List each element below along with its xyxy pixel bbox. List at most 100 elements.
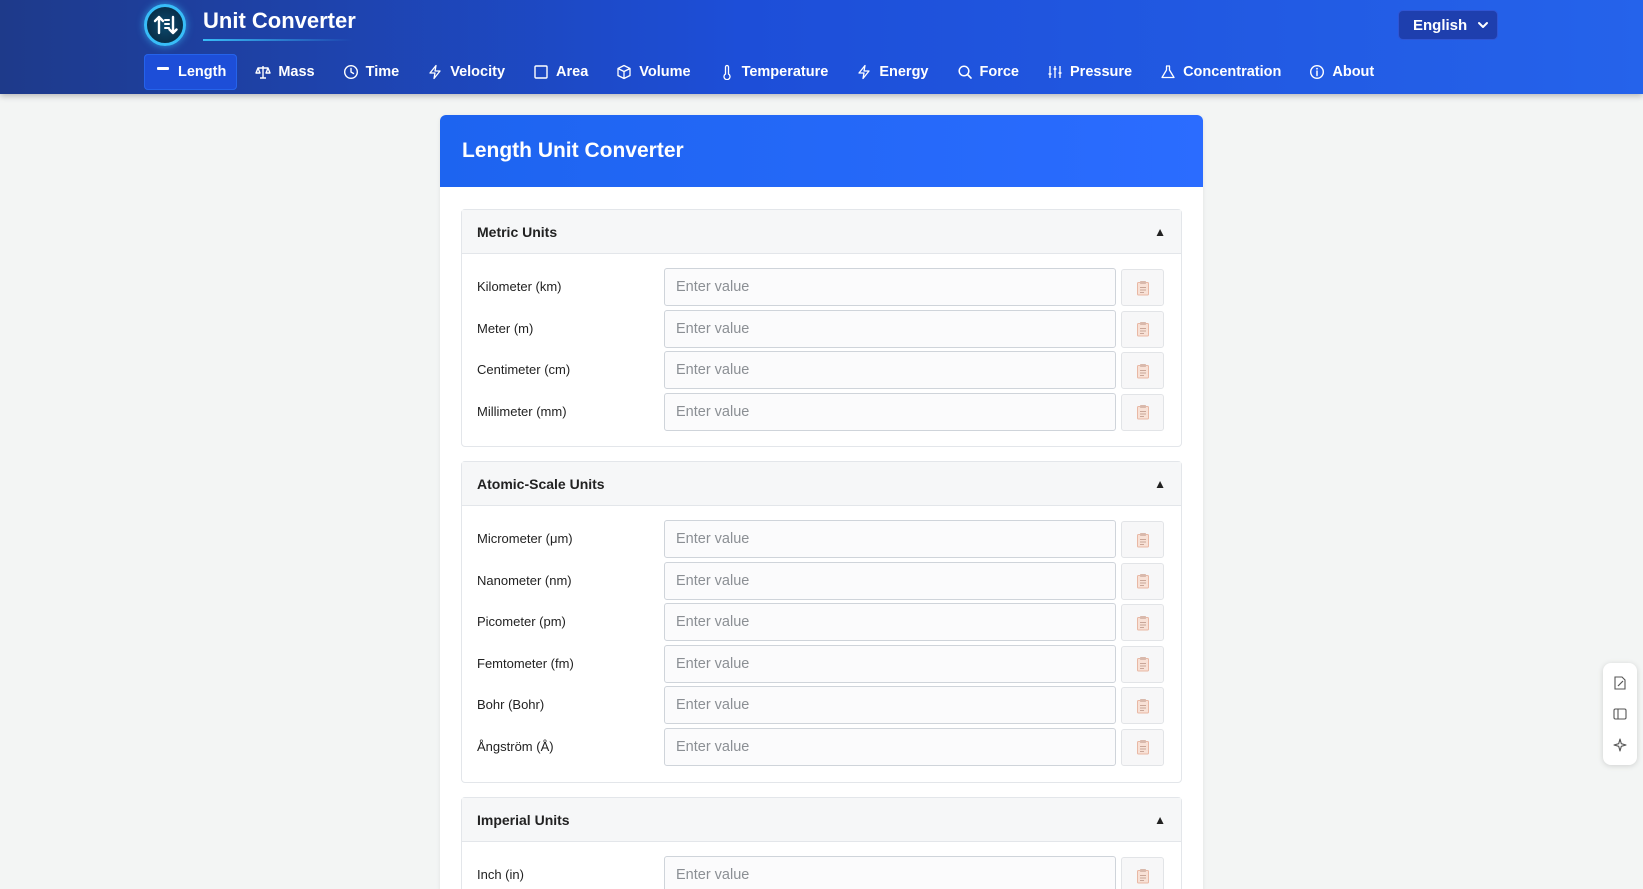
unit-input[interactable] xyxy=(664,686,1116,725)
clipboard-icon xyxy=(1136,740,1149,755)
unit-row: Micrometer (μm) xyxy=(462,520,1181,562)
sidebar-icon xyxy=(1613,708,1627,720)
nav-temperature[interactable]: Temperature xyxy=(709,54,839,90)
nav-label: Concentration xyxy=(1183,64,1282,80)
nav-label: Area xyxy=(556,64,589,80)
nav-label: Length xyxy=(178,64,227,80)
unit-input[interactable] xyxy=(664,561,1116,600)
sliders-icon xyxy=(1048,66,1062,78)
clipboard-icon xyxy=(1136,657,1149,672)
unit-row: Ångström (Å) xyxy=(462,727,1181,770)
floating-toolbar xyxy=(1603,663,1637,765)
unit-input[interactable] xyxy=(664,520,1116,558)
copy-button[interactable] xyxy=(1121,352,1164,390)
info-icon xyxy=(1310,64,1325,80)
nav-label: Pressure xyxy=(1070,64,1133,80)
nav-area[interactable]: Area xyxy=(523,54,598,90)
unit-label: Ångström (Å) xyxy=(477,738,554,754)
unit-row: Meter (m) xyxy=(462,309,1181,352)
copy-button[interactable] xyxy=(1121,604,1164,642)
unit-label: Kilometer (km) xyxy=(477,279,562,294)
unit-input[interactable] xyxy=(664,603,1116,642)
copy-button[interactable] xyxy=(1121,687,1164,725)
copy-button[interactable] xyxy=(1121,728,1164,766)
nav-label: Volume xyxy=(639,64,691,80)
swap-arrows-icon xyxy=(153,15,178,35)
copy-button[interactable] xyxy=(1121,857,1164,889)
section-imperial-units: Imperial Units ▲ Inch (in) xyxy=(461,797,1182,889)
nav-energy[interactable]: Energy xyxy=(846,54,938,90)
copy-button[interactable] xyxy=(1121,393,1164,431)
copy-button[interactable] xyxy=(1121,562,1164,600)
clipboard-icon xyxy=(1136,280,1149,295)
clock-icon xyxy=(343,64,358,80)
category-nav: Length Mass Time Velocity Area Volume Te… xyxy=(144,54,1392,90)
sparkle-tool-button[interactable] xyxy=(1609,734,1631,756)
collapse-triangle-icon[interactable]: ▲ xyxy=(1154,813,1166,827)
clipboard-icon xyxy=(1136,574,1149,589)
edit-tool-button[interactable] xyxy=(1609,672,1631,694)
unit-label: Inch (in) xyxy=(477,867,524,882)
unit-input[interactable] xyxy=(664,392,1116,431)
language-select[interactable]: English xyxy=(1398,10,1498,40)
nav-velocity[interactable]: Velocity xyxy=(417,54,515,90)
app-title: Unit Converter xyxy=(203,8,356,33)
section-header[interactable]: Metric Units ▲ xyxy=(462,210,1181,254)
nav-mass[interactable]: Mass xyxy=(245,54,324,90)
unit-label: Bohr (Bohr) xyxy=(477,697,545,713)
unit-row: Nanometer (nm) xyxy=(462,561,1181,604)
copy-button[interactable] xyxy=(1121,521,1164,558)
converter-card: Length Unit Converter Metric Units ▲ Kil… xyxy=(440,115,1203,889)
language-value: English xyxy=(1413,16,1468,34)
unit-label: Picometer (pm) xyxy=(477,614,566,630)
nav-concentration[interactable]: Concentration xyxy=(1150,54,1291,90)
converter-title: Length Unit Converter xyxy=(440,115,1203,187)
nav-label: Temperature xyxy=(741,64,829,80)
flask-icon xyxy=(1161,65,1175,79)
unit-input[interactable] xyxy=(664,727,1116,766)
clipboard-icon xyxy=(1136,322,1149,337)
collapse-triangle-icon[interactable]: ▲ xyxy=(1154,477,1166,491)
nav-about[interactable]: About xyxy=(1299,54,1384,90)
unit-row: Millimeter (mm) xyxy=(462,392,1181,435)
square-icon xyxy=(534,65,548,79)
sidebar-tool-button[interactable] xyxy=(1609,703,1631,725)
clipboard-icon xyxy=(1136,868,1149,883)
unit-label: Micrometer (μm) xyxy=(477,531,573,546)
bolt-icon xyxy=(858,64,870,80)
section-atomic-scale-units: Atomic-Scale Units ▲ Micrometer (μm) Nan… xyxy=(461,461,1182,783)
unit-input[interactable] xyxy=(664,351,1116,390)
unit-input[interactable] xyxy=(664,644,1116,683)
clipboard-icon xyxy=(1136,405,1149,420)
unit-row: Kilometer (km) xyxy=(462,268,1181,310)
bolt-icon xyxy=(429,64,441,80)
sparkle-icon xyxy=(1613,738,1627,752)
section-header[interactable]: Atomic-Scale Units ▲ xyxy=(462,462,1181,506)
app-logo[interactable] xyxy=(144,4,186,46)
copy-button[interactable] xyxy=(1121,310,1164,348)
length-icon xyxy=(157,67,169,70)
section-header[interactable]: Imperial Units ▲ xyxy=(462,798,1181,842)
copy-button[interactable] xyxy=(1121,645,1164,683)
nav-label: Time xyxy=(365,64,400,80)
nav-length[interactable]: Length xyxy=(144,54,238,90)
unit-row: Picometer (pm) xyxy=(462,603,1181,645)
unit-input[interactable] xyxy=(664,309,1116,348)
nav-label: About xyxy=(1332,64,1375,80)
unit-row: Inch (in) xyxy=(462,856,1181,889)
unit-input[interactable] xyxy=(664,268,1116,306)
title-underline xyxy=(203,39,353,41)
nav-volume[interactable]: Volume xyxy=(606,54,700,90)
nav-label: Velocity xyxy=(450,64,506,80)
copy-button[interactable] xyxy=(1121,269,1164,306)
nav-time[interactable]: Time xyxy=(333,54,410,90)
section-metric-units: Metric Units ▲ Kilometer (km) Meter (m) … xyxy=(461,209,1182,448)
unit-input[interactable] xyxy=(664,856,1116,889)
nav-label: Energy xyxy=(879,64,929,80)
clipboard-icon xyxy=(1136,698,1149,714)
nav-force[interactable]: Force xyxy=(947,54,1030,90)
collapse-triangle-icon[interactable]: ▲ xyxy=(1154,225,1166,239)
nav-pressure[interactable]: Pressure xyxy=(1037,54,1142,90)
thermometer-icon xyxy=(722,64,731,80)
section-title: Metric Units xyxy=(477,223,558,240)
